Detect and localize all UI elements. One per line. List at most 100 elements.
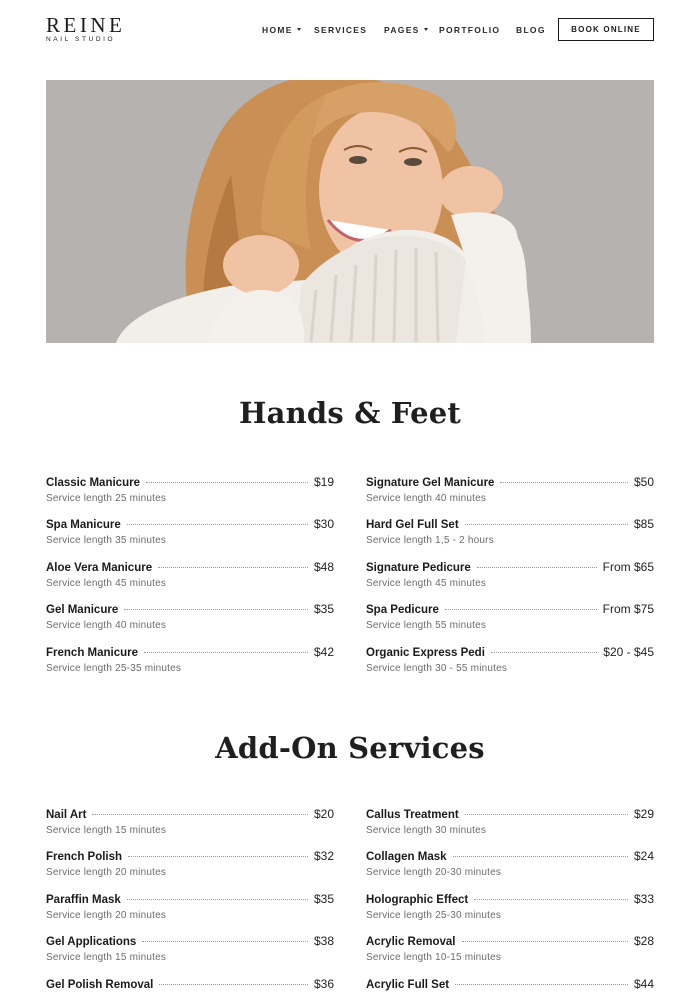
- list-item: Organic Express Pedi $20 - $45 Service len…: [366, 645, 654, 679]
- service-price: $33: [633, 892, 654, 906]
- dotted-leader: [461, 941, 628, 942]
- list-item: Classic Manicure $19 Service length 25 min…: [46, 475, 334, 509]
- list-item: Paraffin Mask $35 Service length 20 minute…: [46, 892, 334, 926]
- service-length: Service length 20 minutes: [46, 910, 167, 921]
- list-item: Collagen Mask $24 Service length 20-30 min…: [366, 849, 654, 883]
- service-length: Service length 55 minutes: [366, 620, 487, 631]
- chevron-down-icon: [423, 28, 428, 31]
- service-name: Collagen Mask: [366, 851, 447, 863]
- service-length: Service length 25-35 minutes: [46, 663, 182, 674]
- service-price: $32: [313, 849, 334, 863]
- nav-item-label: PAGES: [384, 25, 420, 35]
- list-item: French Polish $32 Service length 20 minute…: [46, 849, 334, 883]
- logo-name: REINE: [46, 13, 126, 37]
- service-price: $24: [633, 849, 654, 863]
- service-name: Spa Manicure: [46, 519, 121, 531]
- dotted-leader: [452, 856, 628, 857]
- nav-item-blog[interactable]: BLOG: [516, 24, 546, 36]
- price-list-add-on-services: Nail Art $20 Service length 15 minutes Fre…: [46, 807, 654, 1000]
- list-item: Gel Applications $38 Service length 15 min…: [46, 934, 334, 968]
- service-name: Acrylic Full Set: [366, 979, 450, 991]
- dotted-leader: [124, 609, 308, 610]
- dotted-leader: [159, 984, 308, 985]
- hero-photo-illustration: [46, 80, 654, 343]
- nav-item-portfolio[interactable]: PORTFOLIO: [439, 24, 500, 36]
- service-name: Nail Art: [46, 809, 87, 821]
- service-name: Gel Polish Removal: [46, 979, 154, 991]
- list-item: Holographic Effect $33 Service length 25-3…: [366, 892, 654, 926]
- service-name: Organic Express Pedi: [366, 647, 485, 659]
- service-length: Service length 10-15 minutes: [366, 952, 502, 963]
- list-item: Gel Polish Removal $36: [46, 977, 334, 1000]
- price-list-hands-feet: Classic Manicure $19 Service length 25 min…: [46, 475, 654, 685]
- dotted-leader: [128, 856, 308, 857]
- nav-item-home[interactable]: HOME: [262, 24, 301, 36]
- service-price: $48: [313, 560, 334, 574]
- nav-item-label: PORTFOLIO: [439, 25, 501, 35]
- service-name: Spa Pedicure: [366, 604, 439, 616]
- dotted-leader: [158, 567, 308, 568]
- dotted-leader: [92, 814, 308, 815]
- section-title-hands-feet: Hands & Feet: [239, 396, 461, 430]
- service-name: French Polish: [46, 851, 123, 863]
- service-name: Hard Gel Full Set: [366, 519, 459, 531]
- dotted-leader: [444, 609, 597, 610]
- dotted-leader: [500, 482, 628, 483]
- service-name: Aloe Vera Manicure: [46, 562, 153, 574]
- service-price: $85: [633, 517, 654, 531]
- book-online-button[interactable]: BOOK ONLINE: [558, 18, 654, 41]
- list-item: Acrylic Removal $28 Service length 10-15 m…: [366, 934, 654, 968]
- service-price: $30: [313, 517, 334, 531]
- list-item: Signature Gel Manicure $50 Service length …: [366, 475, 654, 509]
- nav-item-services[interactable]: SERVICES: [314, 24, 367, 36]
- service-length: Service length 15 minutes: [46, 952, 167, 963]
- service-name: Callus Treatment: [366, 809, 459, 821]
- service-length: Service length 20-30 minutes: [366, 867, 502, 878]
- dotted-leader: [455, 984, 628, 985]
- service-name: Acrylic Removal: [366, 936, 456, 948]
- list-item: Aloe Vera Manicure $48 Service length 45 m…: [46, 560, 334, 594]
- service-length: Service length 30 minutes: [366, 825, 487, 836]
- service-price: $35: [313, 892, 334, 906]
- service-price: $42: [313, 645, 334, 659]
- list-item: Spa Manicure $30 Service length 35 minutes: [46, 517, 334, 551]
- chevron-down-icon: [296, 28, 301, 31]
- dotted-leader: [490, 652, 598, 653]
- service-length: Service length 1,5 - 2 hours: [366, 535, 494, 546]
- dotted-leader: [144, 652, 308, 653]
- service-name: Gel Applications: [46, 936, 137, 948]
- service-length: Service length 25 minutes: [46, 493, 167, 504]
- list-item: Callus Treatment $29 Service length 30 min…: [366, 807, 654, 841]
- list-item: Spa Pedicure From $75 Service length 55 mi…: [366, 602, 654, 636]
- service-length: Service length 35 minutes: [46, 535, 167, 546]
- service-name: Holographic Effect: [366, 894, 469, 906]
- list-item: Hard Gel Full Set $85 Service length 1,5 -…: [366, 517, 654, 551]
- list-item: Gel Manicure $35 Service length 40 minutes: [46, 602, 334, 636]
- dotted-leader: [126, 899, 308, 900]
- nav-item-label: HOME: [262, 25, 293, 35]
- dotted-leader: [464, 524, 628, 525]
- service-length: Service length 15 minutes: [46, 825, 167, 836]
- dotted-leader: [474, 899, 628, 900]
- list-item: Signature Pedicure From $65 Service length…: [366, 560, 654, 594]
- service-price: From $65: [602, 560, 654, 574]
- service-length: Service length 30 - 55 minutes: [366, 663, 508, 674]
- dotted-leader: [476, 567, 597, 568]
- nav-item-pages[interactable]: PAGES: [384, 24, 428, 36]
- logo-tagline: NAIL STUDIO: [46, 36, 116, 43]
- service-name: Signature Pedicure: [366, 562, 471, 574]
- service-length: Service length 40 minutes: [46, 620, 167, 631]
- section-title-add-on-services: Add-On Services: [215, 731, 485, 765]
- service-name: Paraffin Mask: [46, 894, 121, 906]
- service-length: Service length 40 minutes: [366, 493, 487, 504]
- nav-item-label: BLOG: [516, 25, 546, 35]
- logo[interactable]: REINE NAIL STUDIO: [46, 15, 136, 44]
- hero-image: [46, 80, 654, 343]
- service-price: $20: [313, 807, 334, 821]
- list-item: Acrylic Full Set $44: [366, 977, 654, 1000]
- service-length: Service length 45 minutes: [46, 578, 167, 589]
- service-length: Service length 20 minutes: [46, 867, 167, 878]
- service-price: $20 - $45: [603, 645, 654, 659]
- service-name: Classic Manicure: [46, 477, 140, 489]
- service-price: $28: [633, 934, 654, 948]
